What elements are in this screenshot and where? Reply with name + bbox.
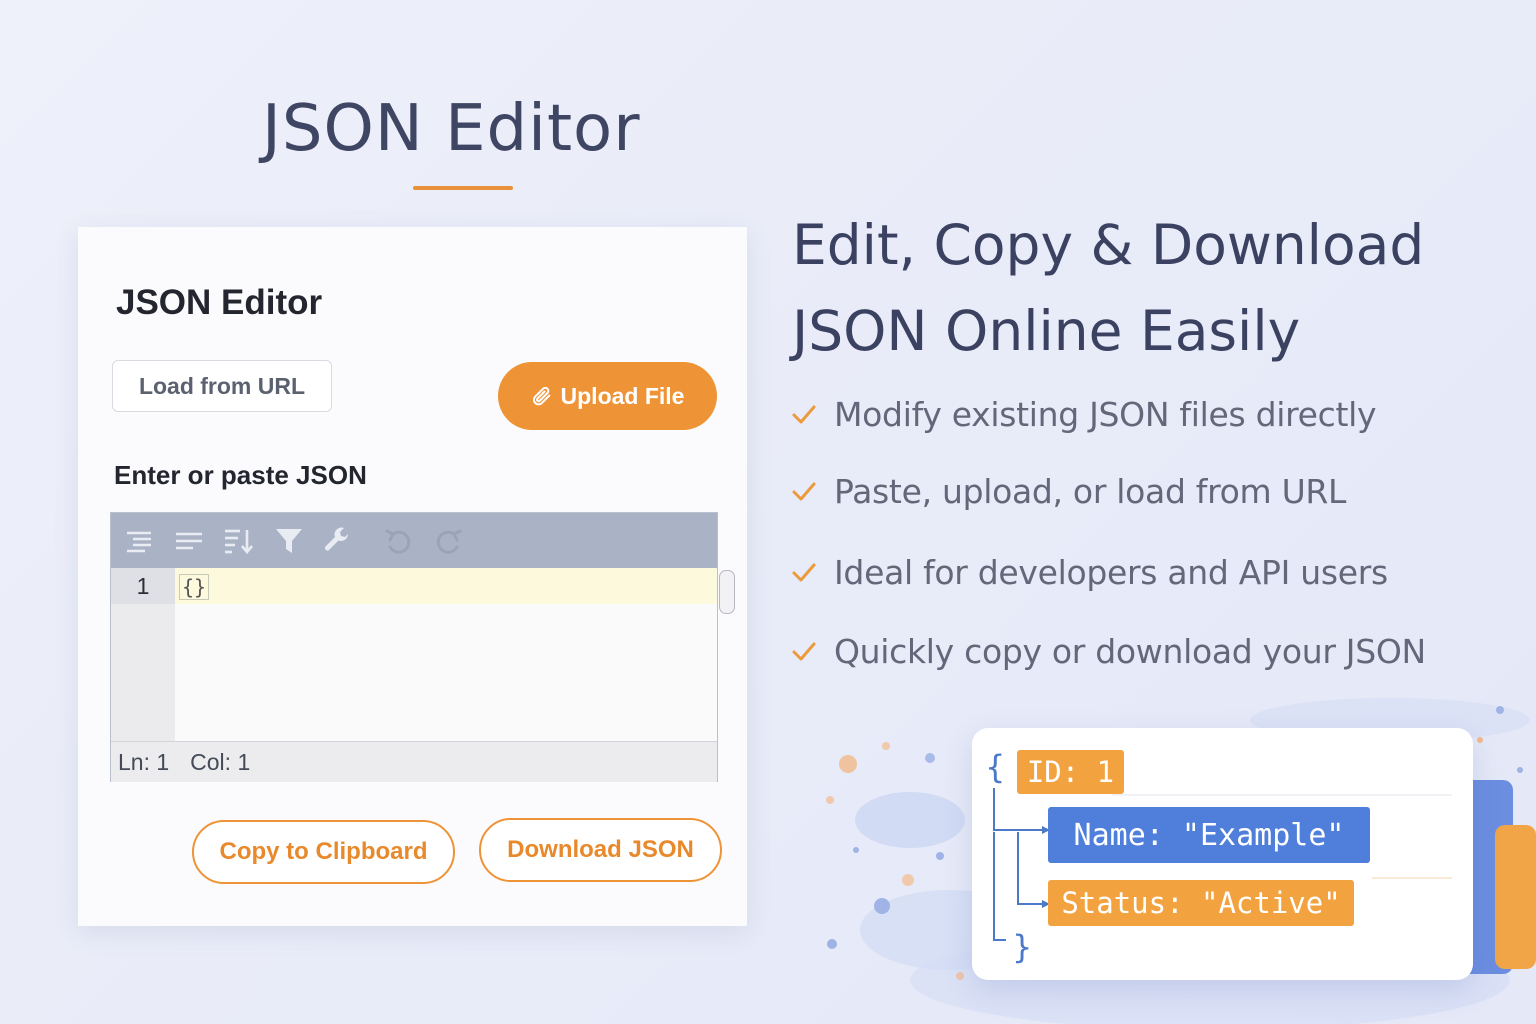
checkmark-icon	[792, 642, 816, 660]
page-title: JSON Editor	[262, 92, 641, 166]
load-from-url-button[interactable]: Load from URL	[112, 360, 332, 412]
checkmark-icon	[792, 563, 816, 581]
editor-content[interactable]: {}	[179, 574, 210, 600]
status-col: Col: 1	[190, 748, 251, 775]
close-brace: }	[1012, 928, 1033, 966]
editor-statusbar: Ln: 1 Col: 1	[111, 741, 717, 782]
feature-item: Paste, upload, or load from URL	[790, 472, 1346, 511]
editor-toolbar	[111, 513, 717, 568]
feature-text: Ideal for developers and API users	[834, 553, 1388, 592]
line-number: 1	[111, 568, 175, 604]
upload-file-button[interactable]: Upload File	[498, 362, 717, 430]
open-brace: {	[985, 748, 1006, 786]
format-icon[interactable]	[124, 526, 154, 556]
checkmark-icon	[792, 405, 816, 423]
json-illustration-card: { ID: 1 Name: "Example" Status: "Active"…	[972, 728, 1473, 980]
card-title: JSON Editor	[116, 283, 323, 322]
decorative-panel-orange	[1495, 825, 1536, 969]
editor-card: JSON Editor Load from URL Upload File En…	[78, 227, 747, 926]
json-editor[interactable]: 1 {} Ln: 1 Col: 1	[110, 512, 735, 782]
sort-icon[interactable]	[224, 526, 254, 556]
id-tag: ID: 1	[1017, 750, 1124, 794]
paperclip-icon	[532, 386, 550, 406]
compact-icon[interactable]	[174, 526, 204, 556]
download-json-button[interactable]: Download JSON	[479, 818, 722, 882]
editor-scrollbar[interactable]	[719, 570, 735, 614]
promo-headline: Edit, Copy & Download JSON Online Easily	[792, 213, 1425, 363]
feature-item: Modify existing JSON files directly	[790, 395, 1377, 434]
feature-item: Ideal for developers and API users	[790, 553, 1388, 592]
filter-icon[interactable]	[274, 526, 304, 556]
feature-text: Paste, upload, or load from URL	[834, 472, 1347, 511]
status-tag: Status: "Active"	[1048, 880, 1354, 926]
active-line-highlight	[175, 568, 717, 604]
undo-icon[interactable]	[383, 526, 413, 556]
title-underline	[413, 186, 513, 190]
redo-icon[interactable]	[434, 526, 464, 556]
upload-file-label: Upload File	[560, 382, 685, 409]
enter-json-label: Enter or paste JSON	[114, 460, 367, 490]
checkmark-icon	[792, 482, 816, 500]
feature-text: Quickly copy or download your JSON	[834, 632, 1426, 671]
line-gutter: 1	[111, 568, 175, 741]
feature-text: Modify existing JSON files directly	[834, 395, 1377, 434]
copy-to-clipboard-button[interactable]: Copy to Clipboard	[192, 820, 455, 884]
status-line: Ln: 1	[118, 748, 170, 775]
repair-icon[interactable]	[322, 526, 352, 556]
name-tag: Name: "Example"	[1048, 807, 1370, 863]
feature-item: Quickly copy or download your JSON	[790, 632, 1426, 671]
